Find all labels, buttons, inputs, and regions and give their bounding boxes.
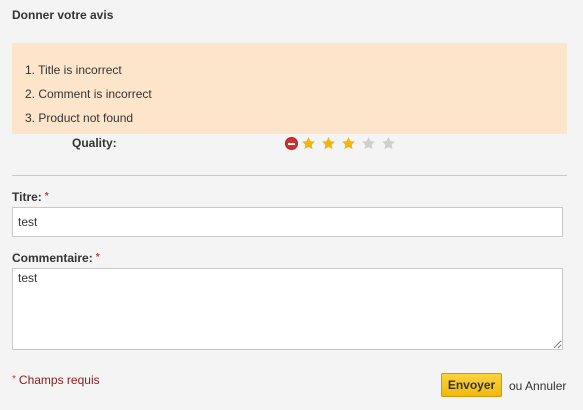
quality-label: Quality: xyxy=(72,136,117,150)
star-icon-2[interactable] xyxy=(321,136,336,151)
cancel-icon[interactable] xyxy=(285,136,298,150)
required-note-text: Champs requis xyxy=(18,373,100,387)
star-icon-4[interactable] xyxy=(361,136,376,151)
title-input[interactable] xyxy=(12,207,563,237)
error-item: 3. Product not found xyxy=(25,111,134,125)
error-list: 1. Title is incorrect 2. Comment is inco… xyxy=(25,62,567,134)
or-text: ou xyxy=(509,379,523,393)
required-marker: * xyxy=(44,191,49,202)
quality-rating-row: Quality: xyxy=(0,133,583,153)
comment-label: Commentaire: * xyxy=(12,251,100,265)
section-divider xyxy=(12,175,567,176)
required-marker: * xyxy=(95,252,100,263)
cancel-wrap: ou Annuler xyxy=(509,379,566,393)
error-message-box: 1. Title is incorrect 2. Comment is inco… xyxy=(12,43,567,134)
title-label-text: Titre: xyxy=(12,190,42,204)
required-marker: * xyxy=(12,374,16,385)
comment-label-text: Commentaire: xyxy=(12,251,93,265)
star-rating xyxy=(285,134,401,152)
star-icon-5[interactable] xyxy=(381,136,396,151)
cancel-link[interactable]: Annuler xyxy=(525,379,566,393)
page-title: Donner votre avis xyxy=(12,8,114,22)
review-form-page: Donner votre avis 1. Title is incorrect … xyxy=(0,0,583,410)
comment-textarea[interactable]: test xyxy=(12,268,563,350)
title-label: Titre: * xyxy=(12,190,49,204)
star-icon-3[interactable] xyxy=(341,136,356,151)
required-fields-note: * Champs requis xyxy=(12,373,100,387)
error-item: 1. Title is incorrect xyxy=(25,63,122,77)
star-icon-1[interactable] xyxy=(301,136,316,151)
error-item: 2. Comment is incorrect xyxy=(25,87,152,101)
submit-button[interactable]: Envoyer xyxy=(441,373,502,397)
